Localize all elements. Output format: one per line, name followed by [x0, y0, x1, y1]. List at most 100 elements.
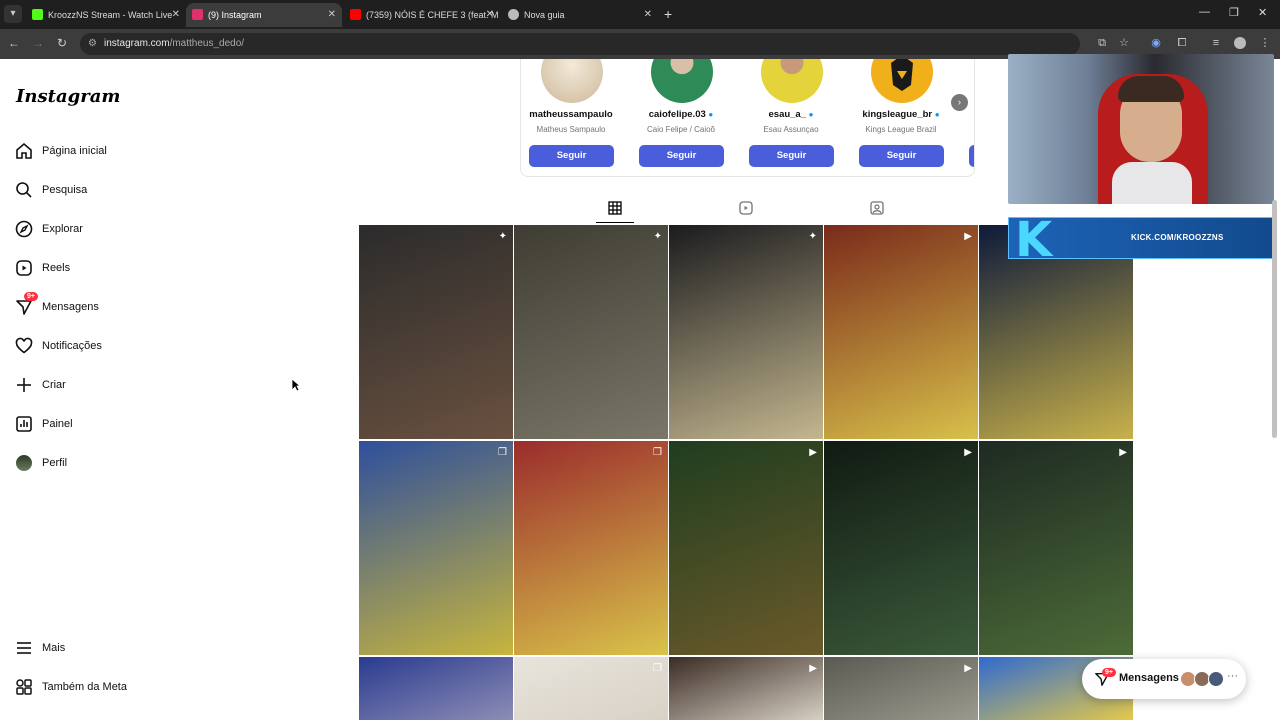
- compass-icon: [14, 219, 34, 239]
- follow-button[interactable]: Seguir: [639, 145, 724, 167]
- post-thumbnail[interactable]: ❐: [359, 441, 513, 655]
- url-field[interactable]: ⚙ instagram.com/mattheus_dedo/: [80, 33, 1080, 55]
- extension-audio-icon[interactable]: ◉: [1150, 37, 1162, 49]
- pin-icon: ✦: [498, 231, 507, 242]
- suggestion-username[interactable]: matheussampaulo: [521, 109, 621, 120]
- instagram-logo[interactable]: Instagram: [16, 86, 120, 107]
- kick-logo: K: [1015, 212, 1053, 268]
- nav-profile[interactable]: Perfil: [14, 451, 67, 475]
- nav-label: Perfil: [42, 457, 68, 469]
- nav-home[interactable]: Página inicial: [14, 139, 107, 163]
- post-thumbnail[interactable]: ▶: [669, 657, 823, 720]
- nav-messages[interactable]: 9+ Mensagens: [14, 292, 99, 319]
- nav-dashboard[interactable]: Painel: [14, 412, 73, 436]
- post-thumbnail[interactable]: ✦: [359, 225, 513, 439]
- post-thumbnail[interactable]: ❐: [514, 657, 668, 720]
- minimize-icon[interactable]: —: [1199, 6, 1210, 18]
- tab-search-button[interactable]: ▾: [4, 5, 22, 23]
- tagged-icon[interactable]: [868, 199, 886, 217]
- carousel-icon: ❐: [653, 663, 662, 674]
- mouse-cursor-icon: [291, 378, 301, 392]
- page-scrollbar[interactable]: [1272, 200, 1277, 438]
- post-thumbnail[interactable]: ✦: [669, 225, 823, 439]
- nav-more[interactable]: Mais: [14, 636, 65, 660]
- grid-icon[interactable]: [606, 199, 624, 217]
- post-thumbnail[interactable]: [359, 657, 513, 720]
- browser-tab[interactable]: Nova guia ✕: [502, 3, 658, 27]
- suggestion-fullname: Matheus Sampaulo: [536, 125, 606, 134]
- tab-title: (9) Instagram: [208, 10, 262, 20]
- avatar[interactable]: [761, 59, 823, 103]
- reload-icon[interactable]: ↻: [54, 36, 70, 50]
- media-control-icon[interactable]: ≡: [1210, 37, 1222, 49]
- close-tab-icon[interactable]: ✕: [172, 3, 180, 27]
- instagram-favicon-icon: [192, 9, 203, 20]
- post-thumbnail[interactable]: ▶: [979, 441, 1133, 655]
- suggestion-username[interactable]: esau_a_ ●: [741, 109, 841, 120]
- meta-apps-icon: [14, 677, 34, 697]
- post-thumbnail[interactable]: ✦: [514, 225, 668, 439]
- follow-button[interactable]: Seguir: [749, 145, 834, 167]
- chrome-favicon-icon: [508, 9, 519, 20]
- reel-icon: ▶: [964, 231, 972, 242]
- verified-badge-icon: ●: [934, 110, 940, 119]
- profile-avatar[interactable]: [1234, 37, 1246, 49]
- suggestion-card: caiofelipe.03 ● Caio Felipe / Caioõ Segu…: [631, 59, 731, 176]
- nav-explore[interactable]: Explorar: [14, 217, 83, 241]
- streamer-hair: [1118, 76, 1184, 102]
- close-window-icon[interactable]: ✕: [1258, 6, 1267, 19]
- reel-icon: ▶: [809, 447, 817, 458]
- post-thumbnail[interactable]: ▶: [669, 441, 823, 655]
- install-app-icon[interactable]: ⧉: [1096, 37, 1108, 49]
- nav-label: Página inicial: [42, 145, 107, 157]
- forward-icon[interactable]: →: [30, 36, 46, 50]
- follow-button[interactable]: [969, 145, 974, 167]
- suggestion-username[interactable]: kingsleague_br ●: [851, 109, 951, 120]
- post-thumbnail[interactable]: ❐: [514, 441, 668, 655]
- browser-tab-active[interactable]: (9) Instagram ✕: [186, 3, 342, 27]
- avatar[interactable]: [871, 59, 933, 103]
- url-path: /mattheus_dedo/: [169, 38, 245, 49]
- nav-label: Também da Meta: [42, 681, 127, 693]
- new-tab-icon[interactable]: +: [664, 5, 678, 23]
- nav-label: Mensagens: [42, 301, 99, 313]
- site-info-icon[interactable]: ⚙: [88, 33, 97, 55]
- nav-search[interactable]: Pesquisa: [14, 178, 87, 202]
- browser-tab-bar: ▾ KroozzNS Stream - Watch Live ✕ (9) Ins…: [0, 0, 1280, 29]
- nav-reels[interactable]: Reels: [14, 256, 70, 280]
- maximize-icon[interactable]: ❐: [1229, 6, 1239, 19]
- avatar[interactable]: [541, 59, 603, 103]
- close-tab-icon[interactable]: ✕: [644, 3, 652, 27]
- browser-tab[interactable]: (7359) NÓIS É CHEFE 3 (feat. M ✕: [344, 3, 500, 27]
- messages-badge: 9+: [24, 292, 38, 301]
- suggestion-fullname: Caio Felipe / Caioõ: [646, 125, 716, 134]
- kick-favicon-icon: [32, 9, 43, 20]
- avatar[interactable]: [651, 59, 713, 103]
- search-icon: [14, 180, 34, 200]
- nav-label: Pesquisa: [42, 184, 88, 196]
- close-tab-icon[interactable]: ✕: [486, 3, 494, 27]
- post-thumbnail[interactable]: ▶: [824, 657, 978, 720]
- home-icon: [14, 141, 34, 161]
- nav-notifications[interactable]: Notificações: [14, 334, 102, 358]
- extensions-icon[interactable]: ⧠: [1176, 37, 1188, 49]
- post-thumbnail[interactable]: ▶: [824, 225, 978, 439]
- browser-menu-icon[interactable]: ⋮: [1259, 37, 1271, 49]
- post-thumbnail[interactable]: ▶: [824, 441, 978, 655]
- reel-icon: ▶: [809, 663, 817, 674]
- next-arrow-icon[interactable]: ›: [951, 94, 968, 111]
- messages-pill[interactable]: 9+ Mensagens ···: [1082, 659, 1246, 699]
- nav-label: Reels: [42, 262, 71, 274]
- nav-create[interactable]: Criar: [14, 373, 66, 397]
- suggestion-username[interactable]: caiofelipe.03 ●: [631, 109, 731, 120]
- reels-icon[interactable]: [737, 199, 755, 217]
- bookmark-star-icon[interactable]: ☆: [1118, 37, 1130, 49]
- back-icon[interactable]: ←: [6, 36, 22, 50]
- kick-banner: K KICK.COM/KROOZZNS: [1008, 212, 1274, 268]
- follow-button[interactable]: Seguir: [529, 145, 614, 167]
- browser-tab[interactable]: KroozzNS Stream - Watch Live ✕: [26, 3, 186, 27]
- follow-button[interactable]: Seguir: [859, 145, 944, 167]
- close-tab-icon[interactable]: ✕: [328, 3, 336, 27]
- tab-title: (7359) NÓIS É CHEFE 3 (feat. M: [366, 10, 499, 20]
- nav-also-from-meta[interactable]: Também da Meta: [14, 675, 127, 699]
